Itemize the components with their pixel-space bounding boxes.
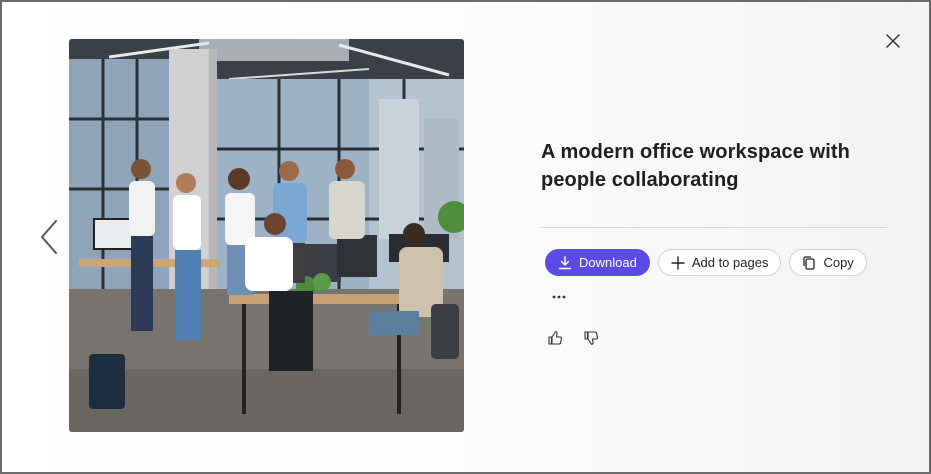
- more-options-button[interactable]: [547, 289, 571, 305]
- image-info: A modern office workspace with people co…: [541, 138, 887, 194]
- generated-image[interactable]: [69, 39, 464, 432]
- download-label: Download: [579, 255, 637, 270]
- image-title: A modern office workspace with people co…: [541, 141, 850, 191]
- image-viewer-dialog: A modern office workspace with people co…: [0, 0, 931, 474]
- dislike-button[interactable]: [581, 328, 601, 348]
- action-bar: Download Add to pages Copy: [545, 249, 867, 276]
- office-photo: [69, 39, 464, 432]
- plus-icon: [671, 255, 685, 270]
- chevron-left-icon: [41, 220, 57, 254]
- close-icon: [886, 34, 900, 48]
- thumbs-up-icon: [548, 330, 562, 345]
- feedback-bar: [545, 328, 601, 348]
- like-button[interactable]: [545, 328, 565, 348]
- thumbs-down-icon: [584, 331, 598, 346]
- close-button[interactable]: [880, 28, 906, 54]
- copy-icon: [802, 255, 816, 270]
- previous-image-button[interactable]: [34, 216, 64, 258]
- add-to-pages-label: Add to pages: [691, 255, 769, 270]
- download-icon: [558, 255, 572, 270]
- copy-label: Copy: [823, 255, 854, 270]
- divider: [541, 227, 887, 228]
- more-icon: [552, 295, 566, 299]
- copy-button[interactable]: Copy: [789, 249, 867, 276]
- add-to-pages-button[interactable]: Add to pages: [657, 249, 782, 276]
- download-button[interactable]: Download: [545, 249, 650, 276]
